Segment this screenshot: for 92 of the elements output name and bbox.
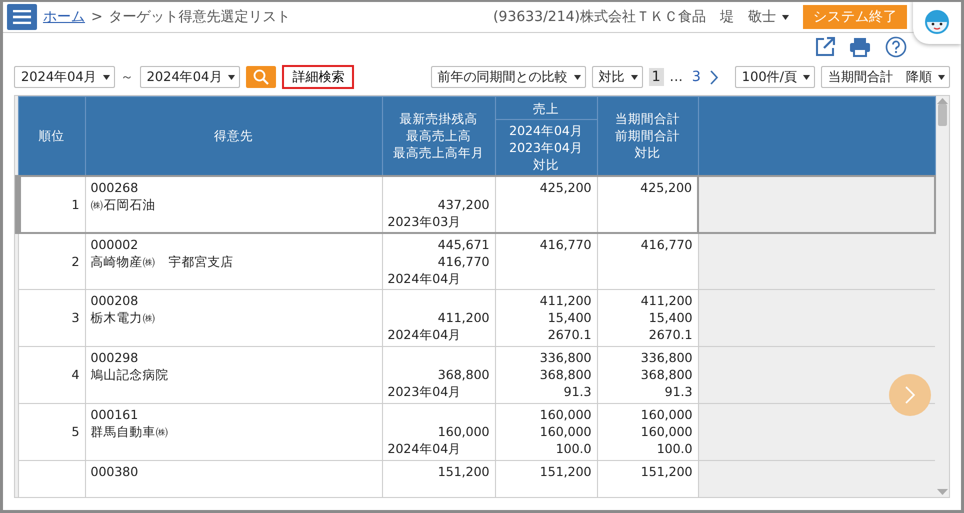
breadcrumb-link[interactable]: ホーム — [43, 8, 85, 26]
amount-text: 411,200 — [640, 292, 692, 309]
caret-icon — [630, 74, 638, 80]
next-page-icon[interactable] — [710, 70, 719, 84]
amount-text: 425,200 — [538, 178, 592, 196]
customer-code: 000161 — [90, 406, 140, 423]
page-link[interactable]: 3 — [688, 68, 704, 86]
customer-code: 000380 — [90, 463, 140, 480]
period-to-select[interactable]: 2024年04月 — [140, 66, 240, 88]
user-menu[interactable]: (93633/214)株式会社ＴＫＣ食品 堤 敬士 — [493, 8, 797, 26]
caret-icon — [102, 74, 110, 80]
column-header: 最新売掛残高 最高売上高 最高売上高年月 — [382, 96, 495, 176]
customer-name[interactable]: 高崎物産㈱ 宇都宮支店 — [90, 252, 376, 270]
amount-text: 416,770 — [436, 252, 490, 270]
amount-text: 91.3 — [664, 383, 692, 400]
customer-code: 000208 — [90, 292, 140, 309]
search-icon — [253, 69, 270, 85]
amount-text: 151,200 — [436, 463, 490, 480]
customer-code: 000002 — [90, 236, 140, 252]
amount-text: 160,000 — [640, 406, 692, 423]
column-header: 得意先 — [85, 96, 382, 176]
column-header: 当期間合計 前期間合計 対比 — [597, 96, 698, 176]
range-separator: ～ — [120, 69, 134, 86]
amount-text: 336,800 — [538, 349, 592, 366]
period-from-select[interactable]: 2024年04月 — [14, 66, 115, 88]
rank-text: 2 — [70, 252, 80, 270]
amount-text: 91.3 — [562, 383, 592, 400]
rank-text: 5 — [70, 423, 80, 440]
amount-text: 445,671 — [436, 236, 490, 252]
amount-text: 160,000 — [538, 406, 592, 423]
search-button[interactable] — [246, 66, 276, 88]
amount-text: 411,200 — [436, 309, 490, 326]
breadcrumb-separator: > — [91, 9, 103, 25]
amount-text: 100.0 — [656, 440, 692, 457]
caret-icon — [228, 74, 236, 80]
amount-text: 151,200 — [538, 463, 592, 480]
help-icon[interactable] — [885, 36, 907, 58]
menu-icon — [13, 10, 31, 24]
caret-icon — [782, 14, 789, 20]
column-header: 順位 — [18, 96, 85, 176]
customer-code: 000268 — [90, 178, 140, 196]
amount-text: 368,800 — [640, 366, 692, 383]
comparison-select[interactable]: 前年の同期間との比較 — [430, 66, 586, 88]
rank-text: 3 — [70, 309, 80, 326]
month-text: 2024年04月 — [388, 440, 462, 457]
detail-search-button[interactable]: 詳細検索 — [282, 65, 354, 89]
amount-text: 15,400 — [648, 309, 692, 326]
sort-select[interactable]: 当期間合計 降順 — [821, 66, 950, 88]
page-ellipsis: ... — [670, 69, 683, 85]
customer-name[interactable]: 群馬自動車㈱ — [90, 423, 376, 440]
customer-name[interactable]: ㈱石岡石油 — [90, 196, 376, 212]
month-text: 2024年04月 — [388, 326, 462, 343]
amount-text: 425,200 — [639, 178, 692, 196]
page-title: ターゲット得意先選定リスト — [108, 8, 291, 26]
amount-text: 160,000 — [436, 423, 490, 440]
per-page-select[interactable]: 100件/頁 — [734, 66, 815, 88]
scroll-down-icon[interactable] — [937, 489, 948, 495]
amount-text: 437,200 — [436, 196, 490, 212]
external-link-icon[interactable] — [815, 37, 835, 57]
amount-text: 100.0 — [554, 440, 592, 457]
amount-text: 368,800 — [436, 366, 490, 383]
amount-text: 416,770 — [640, 236, 692, 252]
amount-text: 368,800 — [538, 366, 592, 383]
caret-icon — [803, 74, 810, 80]
rank-text: 4 — [70, 366, 80, 383]
page-link[interactable]: 1 — [648, 68, 664, 86]
customer-code: 000298 — [90, 349, 140, 366]
amount-text: 416,770 — [538, 236, 592, 252]
amount-text: 2670.1 — [546, 326, 592, 343]
amount-text: 2670.1 — [648, 326, 692, 343]
support-avatar-icon[interactable] — [913, 2, 961, 44]
menu-button[interactable] — [7, 4, 37, 30]
caret-icon — [574, 74, 581, 80]
amount-text: 151,200 — [640, 463, 692, 480]
month-text: 2023年04月 — [388, 383, 462, 400]
caret-icon — [938, 74, 945, 80]
amount-text: 15,400 — [546, 309, 592, 326]
amount-text: 336,800 — [640, 349, 692, 366]
customer-name[interactable]: 鳩山記念病院 — [90, 366, 376, 383]
amount-text: 411,200 — [538, 292, 592, 309]
column-header: 2024年04月 2023年04月 対比 — [495, 120, 597, 176]
amount-text: 160,000 — [538, 423, 592, 440]
rank-text: 1 — [70, 196, 80, 212]
display-select[interactable]: 対比 — [592, 66, 643, 88]
amount-text: 160,000 — [640, 423, 692, 440]
customer-name[interactable]: 栃木電力㈱ — [90, 309, 376, 326]
chevron-right-icon — [905, 386, 915, 404]
month-text: 2023年03月 — [388, 212, 462, 230]
print-icon[interactable] — [849, 37, 871, 57]
scrollbar-thumb[interactable] — [938, 104, 947, 126]
month-text: 2024年04月 — [388, 270, 462, 286]
column-header: 売上 — [495, 96, 597, 120]
